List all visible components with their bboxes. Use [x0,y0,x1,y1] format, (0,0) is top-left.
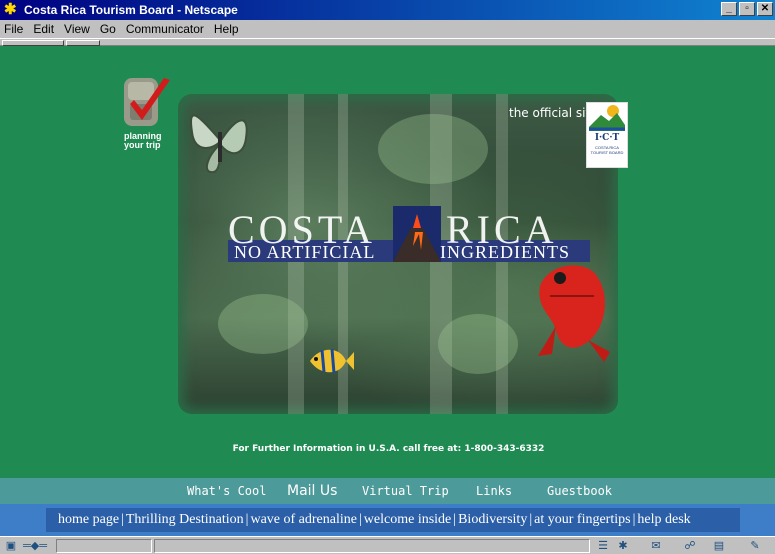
planning-backpack-icon[interactable] [118,74,174,132]
foliage [218,294,308,354]
connection-icon: ═◆═ [22,540,48,552]
window-title-bar: Costa Rica Tourism Board - Netscape _ ▫ … [0,0,775,20]
nav-separator: | [453,512,457,527]
nav-separator: | [245,512,249,527]
foliage [378,114,488,184]
nav-guestbook[interactable]: Guestbook [547,484,612,498]
nav-separator: | [358,512,362,527]
poison-frog-image [538,265,610,362]
edit-pen-icon[interactable]: ✎ [748,540,762,552]
window-title: Costa Rica Tourism Board - Netscape [24,3,238,17]
planning-label[interactable]: planning your trip [124,132,184,150]
tagline-left: NO ARTIFICIAL [234,242,376,262]
planning-label-line2: your trip [124,140,161,150]
nav-help-desk[interactable]: help desk [637,512,690,527]
ict-logo: I·C·T COSTA RICA TOURIST BOARD [586,102,628,168]
foliage [438,314,518,374]
component-bar-icon[interactable]: ☰ [596,540,610,552]
navigator-icon[interactable]: ✱ [616,540,630,552]
nav-home-page[interactable]: home page [58,512,119,527]
netscape-icon [4,2,20,18]
menu-view[interactable]: View [64,22,90,36]
status-message [154,539,590,553]
collapsed-toolbars [0,38,775,46]
ict-logo-text: I·C·T [594,133,620,143]
nav-welcome-inside[interactable]: welcome inside [364,512,451,527]
nav-links[interactable]: Links [476,484,512,498]
volcano-icon [393,206,441,262]
nav-virtual-trip[interactable]: Virtual Trip [362,484,449,498]
nav-biodiversity[interactable]: Biodiversity [458,512,527,527]
nav-bar-top: What's Cool Mail Us Virtual Trip Links G… [0,478,775,504]
hero-banner[interactable]: the official site I·C·T COSTA RICA TOURI… [178,94,628,414]
nav-separator: | [529,512,533,527]
status-progress [56,539,152,553]
ict-logo-subtext: COSTA RICA TOURIST BOARD [590,145,624,155]
phone-info-text: For Further Information in U.S.A. call f… [232,444,545,454]
tropical-fish-image [310,348,354,374]
phone-info: For Further Information in U.S.A. call f… [0,444,775,454]
nav-thrilling-destination[interactable]: Thrilling Destination [126,512,244,527]
official-site-label: the official site [509,106,598,120]
maximize-button[interactable]: ▫ [739,2,755,16]
menu-file[interactable]: File [4,22,23,36]
menu-go[interactable]: Go [100,22,116,36]
mail-icon[interactable]: ✉ [646,540,666,552]
nav-mail-us[interactable]: Mail Us [287,483,337,499]
window-controls: _ ▫ ✕ [721,2,773,16]
menu-help[interactable]: Help [214,22,239,36]
butterfly-image [190,114,248,174]
security-icon[interactable]: ▣ [4,540,18,552]
composer-icon[interactable]: ▤ [712,540,726,552]
menu-bar: File Edit View Go Communicator Help [0,20,775,38]
nav-separator: | [632,512,636,527]
nav-separator: | [121,512,124,527]
page-content: planning your trip the official site I·C… [0,46,775,536]
close-button[interactable]: ✕ [757,2,773,16]
nav-wave-of-adrenaline[interactable]: wave of adrenaline [250,512,357,527]
nav-bar-bottom: home page | Thrilling Destination | wave of … [0,504,775,536]
ict-emblem-icon [589,105,625,131]
minimize-button[interactable]: _ [721,2,737,16]
discussion-icon[interactable]: ☍ [680,540,700,552]
menu-edit[interactable]: Edit [33,22,54,36]
nav-bottom-links: home page | Thrilling Destination | wave of … [58,512,691,528]
menu-communicator[interactable]: Communicator [126,22,204,36]
status-bar: ▣ ═◆═ ☰ ✱ ✉ ☍ ▤ ✎ [0,536,775,554]
nav-at-your-fingertips[interactable]: at your fingertips [534,512,630,527]
nav-whats-cool[interactable]: What's Cool [187,484,266,498]
